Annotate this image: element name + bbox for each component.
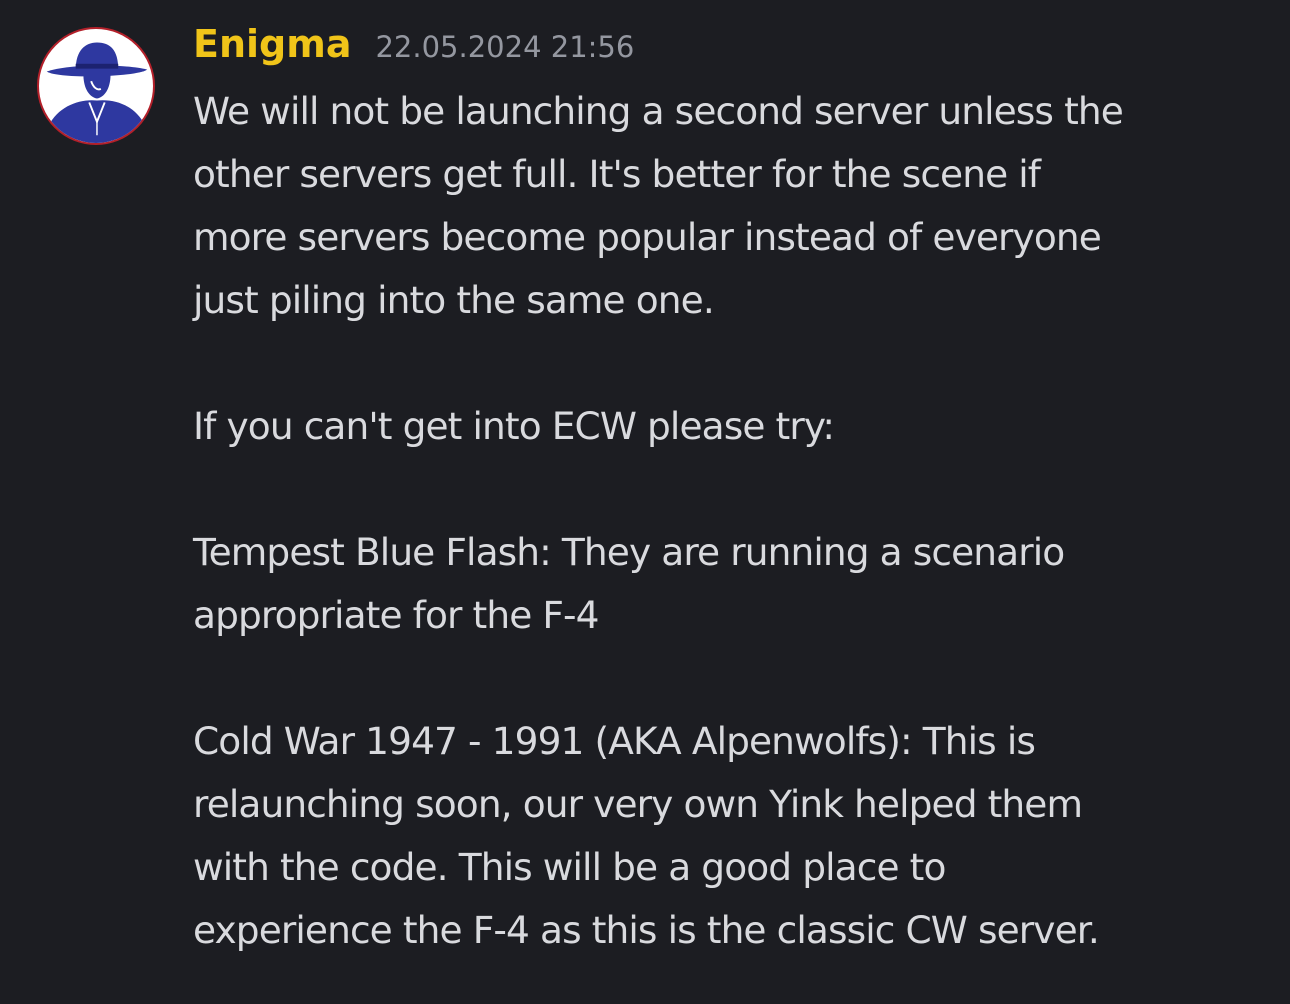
message-line: other servers get full. It's better for … — [193, 152, 1041, 196]
message-line: more servers become popular instead of e… — [193, 215, 1102, 259]
message-line: We will not be launching a second server… — [193, 89, 1124, 133]
message-line: experience the F-4 as this is the classi… — [193, 908, 1100, 952]
timestamp: 22.05.2024 21:56 — [375, 30, 635, 64]
message-paragraph: If you can't get into ECW please try: — [193, 395, 1278, 458]
message-paragraph: Tempest Blue Flash: They are running a s… — [193, 521, 1278, 647]
cowboy-hat-silhouette-icon — [46, 42, 148, 143]
avatar[interactable] — [37, 27, 155, 145]
message-header: Enigma 22.05.2024 21:56 — [193, 22, 634, 74]
message-content: We will not be launching a second server… — [193, 80, 1278, 962]
message-line: appropriate for the F-4 — [193, 593, 600, 637]
message-paragraph: Cold War 1947 - 1991 (AKA Alpenwolfs): T… — [193, 710, 1278, 962]
message-line: just piling into the same one. — [193, 278, 715, 322]
message-line: Tempest Blue Flash: They are running a s… — [193, 530, 1065, 574]
chat-message: Enigma 22.05.2024 21:56 We will not be l… — [0, 0, 1290, 1004]
message-line: with the code. This will be a good place… — [193, 845, 946, 889]
message-paragraph: We will not be launching a second server… — [193, 80, 1278, 332]
message-line: Cold War 1947 - 1991 (AKA Alpenwolfs): T… — [193, 719, 1036, 763]
username[interactable]: Enigma — [193, 22, 351, 66]
message-line: If you can't get into ECW please try: — [193, 404, 835, 448]
message-line: relaunching soon, our very own Yink help… — [193, 782, 1083, 826]
